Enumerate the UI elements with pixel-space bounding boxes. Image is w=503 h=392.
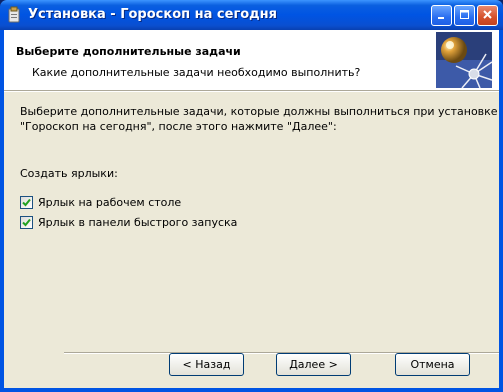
description-line: "Гороскоп на сегодня", после этого нажми… — [20, 120, 337, 133]
back-button[interactable]: < Назад — [169, 353, 244, 376]
desktop-shortcut-option[interactable]: Ярлык на рабочем столе — [20, 196, 181, 209]
description-line: Выберите дополнительные задачи, которые … — [20, 105, 498, 118]
maximize-icon — [459, 9, 470, 23]
minimize-icon — [436, 9, 447, 23]
window-frame-bottom — [0, 388, 503, 392]
quicklaunch-shortcut-label[interactable]: Ярлык в панели быстрого запуска — [38, 216, 237, 229]
installer-window: Установка - Гороскоп на сегодня Выберите… — [0, 0, 503, 392]
task-description: Выберите дополнительные задачи, которые … — [20, 104, 498, 134]
close-button[interactable] — [477, 5, 498, 26]
next-button[interactable]: Далее > — [276, 353, 351, 376]
page-title: Выберите дополнительные задачи — [16, 45, 241, 58]
page-subtitle: Какие дополнительные задачи необходимо в… — [32, 66, 361, 79]
minimize-button[interactable] — [431, 5, 452, 26]
desktop-shortcut-label[interactable]: Ярлык на рабочем столе — [38, 196, 181, 209]
quicklaunch-shortcut-option[interactable]: Ярлык в панели быстрого запуска — [20, 216, 237, 229]
shortcuts-section-label: Создать ярлыки: — [20, 167, 118, 180]
checkmark-icon — [22, 218, 31, 227]
wizard-graphic — [436, 32, 493, 89]
installer-app-icon — [6, 6, 22, 23]
footer-separator — [4, 344, 499, 354]
cancel-button[interactable]: Отмена — [395, 353, 470, 376]
checkmark-icon — [22, 198, 31, 207]
desktop-shortcut-checkbox[interactable] — [20, 196, 33, 209]
maximize-button[interactable] — [454, 5, 475, 26]
wizard-header: Выберите дополнительные задачи Какие доп… — [4, 30, 499, 90]
title-bar[interactable]: Установка - Гороскоп на сегодня — [0, 0, 503, 30]
quicklaunch-shortcut-checkbox[interactable] — [20, 216, 33, 229]
close-icon — [482, 9, 493, 23]
window-title: Установка - Гороскоп на сегодня — [28, 7, 277, 22]
window-frame-right — [499, 30, 503, 392]
